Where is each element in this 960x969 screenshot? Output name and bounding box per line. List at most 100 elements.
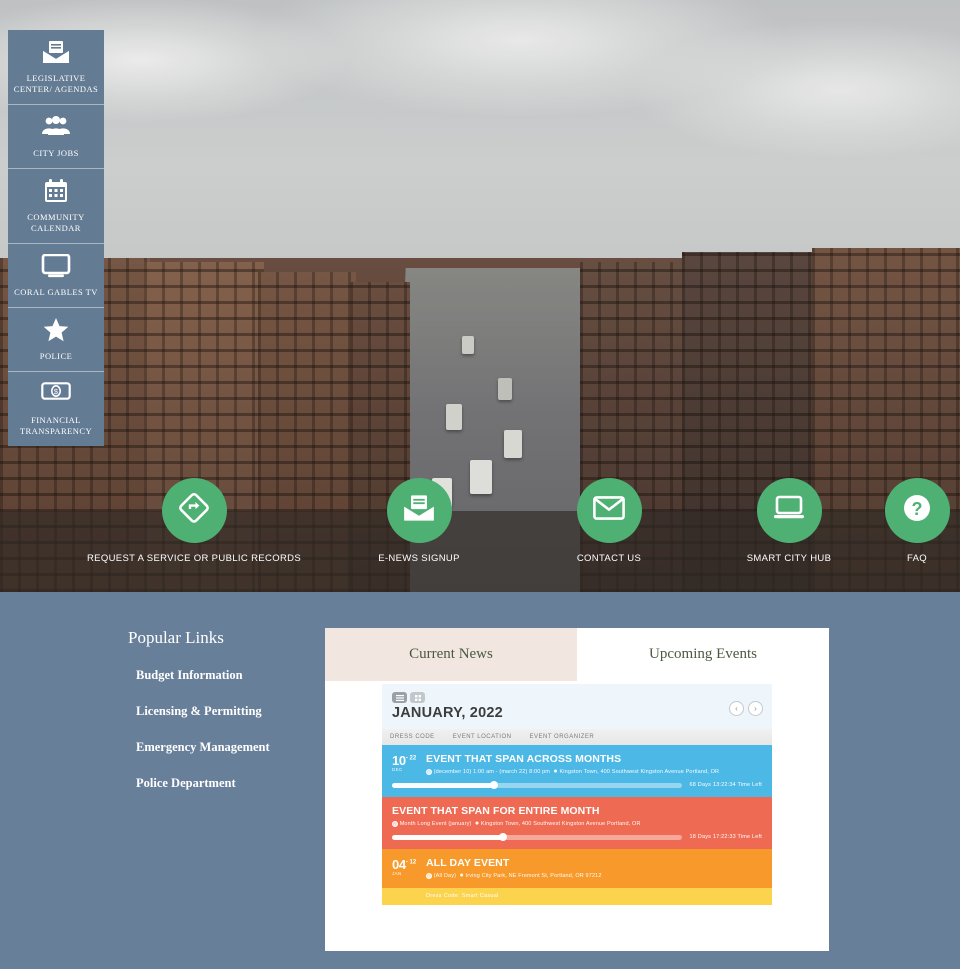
- event-location: Irving City Park, NE Fremont St, Portlan…: [465, 873, 602, 879]
- sidebar-item-financial-transparency[interactable]: $ FINANCIAL TRANSPARENCY: [8, 372, 104, 446]
- quick-link-label: REQUEST A SERVICE OR PUBLIC RECORDS: [86, 553, 302, 564]
- sidebar-item-coral-gables-tv[interactable]: CORAL GABLES TV: [8, 244, 104, 308]
- popular-link-budget-information[interactable]: Budget Information: [136, 668, 318, 683]
- page-root: LEGISLATIVE CENTER/ AGENDAS CITY JOBS CO…: [0, 0, 960, 969]
- event-date-badge: 10- 22 DEC: [392, 753, 426, 772]
- next-month-button[interactable]: ›: [748, 701, 763, 716]
- event-row[interactable]: EVENT THAT SPAN FOR ENTIRE MONTH ◷ Month…: [382, 797, 772, 849]
- location-pin-icon: ●: [459, 872, 464, 879]
- people-group-icon: [12, 115, 100, 141]
- quick-link-contact-us[interactable]: CONTACT US: [514, 478, 704, 565]
- clock-icon: ◷: [392, 821, 398, 827]
- event-progress: 18 Days 17:22:33 Time Left: [392, 833, 762, 841]
- location-pin-icon: ●: [474, 820, 480, 827]
- event-day-range: - 12: [405, 859, 417, 866]
- envelope-icon: [593, 496, 625, 525]
- event-row[interactable]: 10- 22 DEC EVENT THAT SPAN ACROSS MONTHS…: [382, 745, 772, 797]
- progress-track[interactable]: [392, 781, 682, 789]
- tab-current-news[interactable]: Current News: [325, 628, 577, 681]
- monitor-tv-icon: [12, 254, 100, 280]
- prev-month-button[interactable]: ‹: [729, 701, 744, 716]
- popular-link-emergency-management[interactable]: Emergency Management: [136, 740, 318, 755]
- view-toggle-group: [392, 692, 762, 703]
- calendar-header: JANUARY, 2022 ‹ ›: [382, 684, 772, 729]
- dollar-bill-icon: $: [12, 382, 100, 408]
- event-time: (december 10) 1:00 am - (march 22) 8:00 …: [433, 769, 551, 775]
- quick-link-circle: [386, 478, 452, 543]
- event-location: Kingston Town, 400 Southwest Kingston Av…: [480, 821, 641, 827]
- quick-link-request-service[interactable]: REQUEST A SERVICE OR PUBLIC RECORDS: [64, 478, 324, 565]
- clock-icon: ◷: [426, 769, 432, 775]
- open-envelope-document-icon: [403, 494, 435, 527]
- direction-sign-icon: [177, 491, 211, 530]
- event-time-left: 18 Days 17:22:33 Time Left: [689, 834, 762, 840]
- popular-links-title: Popular Links: [128, 628, 224, 647]
- filter-dress-code[interactable]: DRESS CODE: [390, 734, 435, 740]
- card-tabs: Current News Upcoming Events: [325, 628, 829, 681]
- news-events-card: Current News Upcoming Events JANUARY, 20…: [325, 628, 829, 951]
- calendar-nav: ‹ ›: [729, 701, 763, 716]
- lower-section: Popular Links Budget Information Licensi…: [0, 592, 960, 969]
- sidebar-item-community-calendar[interactable]: COMMUNITY CALENDAR: [8, 169, 104, 244]
- clock-icon: ◷: [426, 873, 432, 879]
- quick-link-circle: [161, 478, 227, 543]
- question-mark-icon: ?: [902, 493, 932, 528]
- event-day-range: - 22: [405, 755, 417, 762]
- quick-link-faq[interactable]: ? FAQ: [874, 478, 960, 565]
- filter-event-location[interactable]: EVENT LOCATION: [453, 734, 512, 740]
- event-footer-note: Dress Code: Smart Casual: [382, 888, 772, 905]
- event-meta: ◷ (All Day) ● Irving City Park, NE Fremo…: [426, 872, 762, 879]
- event-row[interactable]: 04- 12 JAN ALL DAY EVENT ◷ (All Day) ● I…: [382, 849, 772, 888]
- event-day: 04: [392, 857, 406, 872]
- laptop-icon: [773, 495, 805, 526]
- sidebar-item-label: CITY JOBS: [33, 148, 79, 158]
- event-time-left: 68 Days 13:22:34 Time Left: [689, 782, 762, 788]
- event-title: EVENT THAT SPAN ACROSS MONTHS: [426, 753, 622, 765]
- location-pin-icon: ●: [553, 768, 558, 775]
- sidebar-item-label: POLICE: [39, 351, 73, 361]
- progress-track[interactable]: [392, 833, 682, 841]
- grid-view-toggle[interactable]: [410, 692, 425, 703]
- sidebar-item-police[interactable]: POLICE: [8, 308, 104, 372]
- quick-link-enews-signup[interactable]: E-NEWS SIGNUP: [324, 478, 514, 565]
- popular-link-police-department[interactable]: Police Department: [136, 776, 318, 791]
- event-month: DEC: [392, 767, 403, 772]
- event-date-badge: 04- 12 JAN: [392, 857, 426, 876]
- event-time: Month Long Event (january): [399, 821, 472, 827]
- event-day: 10: [392, 753, 406, 768]
- calendar-filters: DRESS CODE EVENT LOCATION EVENT ORGANIZE…: [382, 729, 772, 745]
- list-view-toggle[interactable]: [392, 692, 407, 703]
- popular-links-section: Popular Links Budget Information Licensi…: [128, 628, 318, 812]
- sidebar-item-label: FINANCIAL TRANSPARENCY: [19, 415, 93, 436]
- event-time: (All Day): [433, 873, 457, 879]
- quick-link-smart-city-hub[interactable]: SMART CITY HUB: [704, 478, 874, 565]
- event-meta: ◷ Month Long Event (january) ● Kingston …: [392, 820, 762, 827]
- svg-text:?: ?: [912, 499, 923, 519]
- quick-links: REQUEST A SERVICE OR PUBLIC RECORDS E-NE…: [0, 478, 960, 565]
- quick-link-label: FAQ: [906, 553, 928, 564]
- event-title: EVENT THAT SPAN FOR ENTIRE MONTH: [392, 805, 600, 817]
- filter-event-organizer[interactable]: EVENT ORGANIZER: [529, 734, 594, 740]
- sidebar-item-label: COMMUNITY CALENDAR: [27, 212, 85, 233]
- sidebar-item-legislative-center[interactable]: LEGISLATIVE CENTER/ AGENDAS: [8, 30, 104, 105]
- event-progress: 68 Days 13:22:34 Time Left: [392, 781, 762, 789]
- sidebar-item-label: CORAL GABLES TV: [14, 287, 98, 297]
- star-badge-icon: [12, 318, 100, 344]
- popular-link-licensing-permitting[interactable]: Licensing & Permitting: [136, 704, 318, 719]
- quick-link-label: E-NEWS SIGNUP: [378, 553, 460, 564]
- calendar-icon: [12, 179, 100, 205]
- calendar-month-title: JANUARY, 2022: [392, 705, 503, 721]
- sidebar-item-label: LEGISLATIVE CENTER/ AGENDAS: [13, 73, 99, 94]
- tab-upcoming-events[interactable]: Upcoming Events: [577, 628, 829, 681]
- quick-link-label: SMART CITY HUB: [746, 553, 832, 564]
- event-meta: ◷ (december 10) 1:00 am - (march 22) 8:0…: [426, 768, 762, 775]
- events-calendar-widget: JANUARY, 2022 ‹ › DRESS CODE EVENT LOCAT…: [382, 684, 772, 905]
- sidebar-item-city-jobs[interactable]: CITY JOBS: [8, 105, 104, 169]
- quick-link-circle: ?: [884, 478, 950, 543]
- event-month: JAN: [392, 871, 402, 876]
- quick-link-circle: [756, 478, 822, 543]
- quick-link-label: CONTACT US: [576, 553, 642, 564]
- quick-link-circle: [576, 478, 642, 543]
- open-envelope-document-icon: [12, 40, 100, 66]
- event-title: ALL DAY EVENT: [426, 857, 510, 869]
